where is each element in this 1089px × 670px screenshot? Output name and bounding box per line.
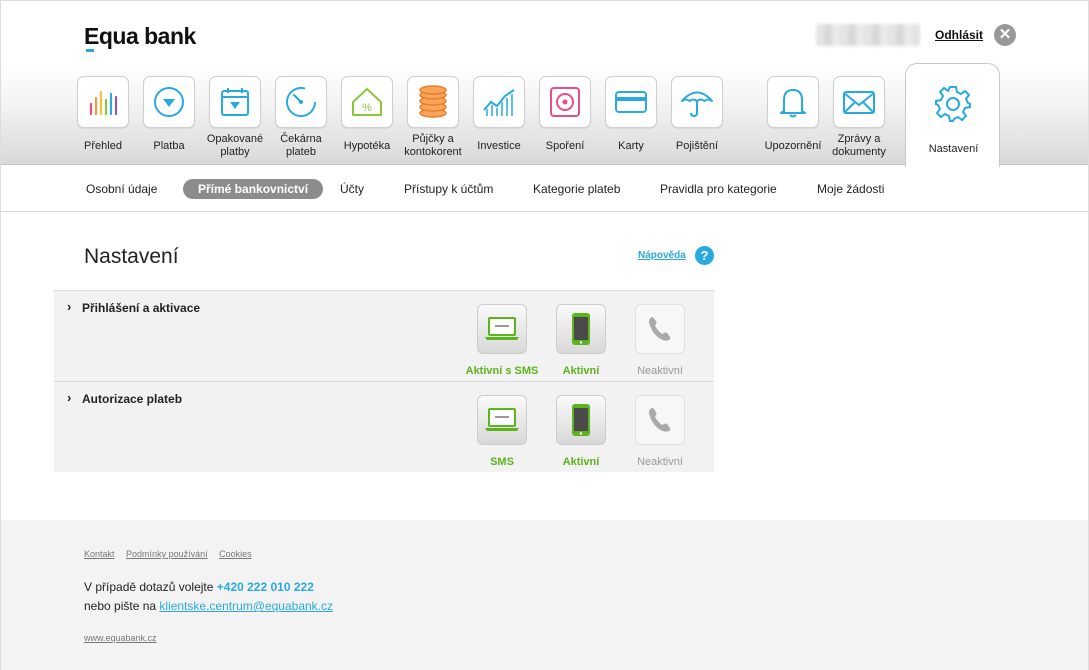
nav-item-label: Investice [477,140,521,152]
nav-item-label: Pojištění [675,140,719,152]
nav-item-label: Půjčky a kontokorent [404,133,462,158]
nav-item-nastaveni[interactable]: Nastavení [905,63,1000,167]
logo-text: qua bank [98,23,196,49]
footer-contact-email-line: nebo pište na klientske.centrum@equabank… [84,599,333,613]
nav-item-platba[interactable]: Platba [136,76,202,153]
nav-item-label: Opakované platby [206,133,264,158]
status-label: Aktivní [562,456,600,468]
status-label: Neaktivní [637,456,683,468]
nav-item-investice[interactable]: Investice [466,76,532,153]
nav-item-label: Čekárna plateb [280,133,322,158]
nav-item-label: Přehled [84,140,122,152]
help-link[interactable]: Nápověda [638,250,686,261]
bell-icon [767,76,819,128]
line-chart-icon [473,76,525,128]
subnav-pristupy[interactable]: Přístupy k účtům [404,182,493,196]
telephone-icon [635,304,685,354]
status-sms-laptop[interactable]: SMS [462,395,542,468]
nav-item-label: Zprávy a dokumenty [832,133,886,158]
nav-item-label: Upozornění [764,140,822,152]
status-telephone[interactable]: Neaktivní [620,395,700,468]
subnav-ucty[interactable]: Účty [340,182,364,196]
nav-item-prehled[interactable]: Přehled [70,76,136,153]
footer-contact-phone-line: V případě dotazů volejte +420 222 010 22… [84,580,314,594]
house-percent-icon: % [341,76,393,128]
page: Equa bank Odhlásit ✕ Přehled Platba Opak… [0,0,1089,670]
safe-icon [539,76,591,128]
footer-link-kontakt[interactable]: Kontakt [84,549,115,559]
nav-item-upozorneni[interactable]: Upozornění [760,76,826,153]
chevron-right-icon[interactable]: › [67,299,71,314]
footer: Kontakt Podmínky používání Cookies V pří… [1,520,1088,670]
footer-email-link[interactable]: klientske.centrum@equabank.cz [159,599,333,613]
footer-web-link[interactable]: www.equabank.cz [84,633,157,643]
nav-item-karty[interactable]: Karty [598,76,664,153]
logo[interactable]: Equa bank [84,23,196,52]
footer-link-podminky[interactable]: Podmínky používání [126,549,208,559]
gauge-icon [275,76,327,128]
bar-chart-icon [77,76,129,128]
nav-item-zpravy[interactable]: Zprávy a dokumenty [826,76,892,159]
section-autorizace: › Autorizace plateb SMS Aktivní Neaktivn… [54,381,714,472]
status-label: Aktivní s SMS [465,365,539,377]
nav-item-label: Spoření [545,140,585,152]
sub-nav: Osobní údaje Přímé bankovnictví Účty Pří… [1,166,1088,212]
nav-item-pujcky[interactable]: Půjčky a kontokorent [400,76,466,159]
nav-item-label: Hypotéka [343,140,391,152]
page-title: Nastavení [84,245,179,268]
subnav-prime-bankovnictvi[interactable]: Přímé bankovnictví [183,179,324,199]
umbrella-icon [671,76,723,128]
phone-icon [556,395,606,445]
payment-icon [143,76,195,128]
nav-item-hypoteka[interactable]: % Hypotéka [334,76,400,153]
gear-icon [935,86,971,122]
laptop-icon [477,395,527,445]
footer-phone-prefix: V případě dotazů volejte [84,580,217,594]
nav-item-sporeni[interactable]: Spoření [532,76,598,153]
section-title[interactable]: Autorizace plateb [82,392,182,406]
calendar-icon [209,76,261,128]
subnav-pravidla[interactable]: Pravidla pro kategorie [660,182,777,196]
subnav-moje-zadosti[interactable]: Moje žádosti [817,182,884,196]
section-prihlaseni: › Přihlášení a aktivace Aktivní s SMS Ak… [54,290,714,381]
status-label: Aktivní [562,365,600,377]
nav-item-cekarna-plateb[interactable]: Čekárna plateb [268,76,334,159]
status-label: Neaktivní [637,365,683,377]
footer-link-cookies[interactable]: Cookies [219,549,252,559]
logout-link[interactable]: Odhlásit [935,28,983,42]
svg-text:%: % [362,102,372,114]
laptop-icon [477,304,527,354]
top-bar: Equa bank Odhlásit ✕ [1,1,1088,61]
logo-e: E [84,23,99,52]
footer-phone[interactable]: +420 222 010 222 [217,580,314,594]
section-title[interactable]: Přihlášení a aktivace [82,301,200,315]
status-mobile[interactable]: Aktivní [541,395,621,468]
nav-item-pojisteni[interactable]: Pojištění [664,76,730,153]
nav-item-label: Platba [153,140,185,152]
subnav-osobni-udaje[interactable]: Osobní údaje [86,182,157,196]
logout-close-icon[interactable]: ✕ [994,24,1016,46]
status-telephone[interactable]: Neaktivní [620,304,700,377]
nav-item-label: Nastavení [928,143,979,155]
envelope-icon [833,76,885,128]
telephone-icon [635,395,685,445]
user-name-blurred [816,24,920,46]
help-icon[interactable]: ? [695,246,714,265]
chevron-right-icon[interactable]: › [67,390,71,405]
coins-stack-icon [407,76,459,128]
status-mobile[interactable]: Aktivní [541,304,621,377]
footer-links: Kontakt Podmínky používání Cookies [84,549,261,559]
phone-icon [556,304,606,354]
footer-email-prefix: nebo pište na [84,599,160,613]
status-label: SMS [490,456,514,468]
nav-item-label: Karty [618,140,644,152]
nav-item-opakovane-platby[interactable]: Opakované platby [202,76,268,159]
subnav-kategorie-plateb[interactable]: Kategorie plateb [533,182,620,196]
main-nav: Přehled Platba Opakované platby Čekárna … [1,61,1088,167]
status-sms-laptop[interactable]: Aktivní s SMS [462,304,542,377]
card-icon [605,76,657,128]
